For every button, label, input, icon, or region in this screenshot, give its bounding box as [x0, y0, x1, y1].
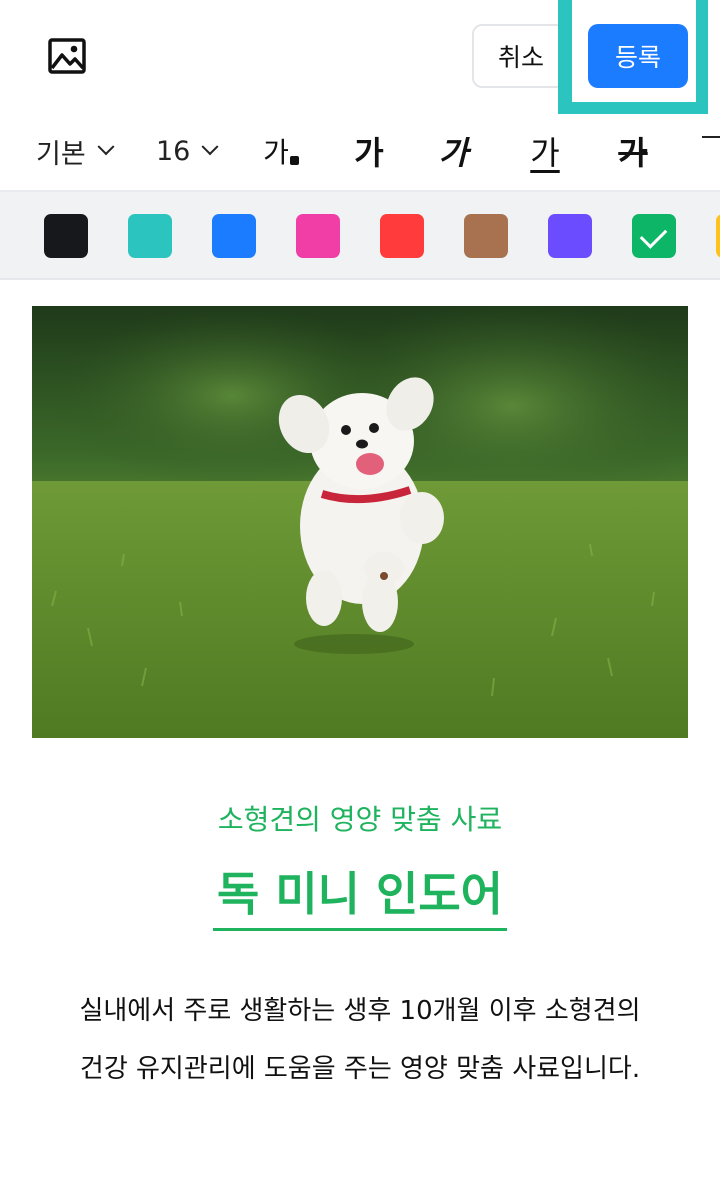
underline-button[interactable]: 가	[520, 112, 570, 190]
font-size-value: 16	[156, 135, 191, 167]
text-color-button[interactable]: 가	[256, 112, 306, 190]
color-swatch-red[interactable]	[380, 214, 424, 258]
register-button[interactable]: 등록	[588, 24, 688, 88]
product-subtitle: 소형견의 영양 맞춤 사료	[217, 803, 503, 836]
check-icon	[639, 221, 668, 249]
cancel-button[interactable]: 취소	[472, 24, 570, 88]
italic-label: 가	[437, 134, 476, 172]
font-family-select[interactable]: 기본	[36, 112, 115, 190]
color-dot-icon	[289, 155, 299, 165]
format-toolbar: 기본 16 가 가 가 가 가	[0, 112, 720, 192]
color-swatch-brown[interactable]	[464, 214, 508, 258]
description-line: 실내에서 주로 생활하는 생후 10개월 이후 소형견의	[79, 996, 641, 1026]
italic-button[interactable]: 가	[432, 112, 482, 190]
chevron-down-icon	[97, 138, 115, 156]
strikethrough-button[interactable]: 가	[608, 112, 658, 190]
color-swatch-teal[interactable]	[128, 214, 172, 258]
more-style-icon[interactable]	[702, 136, 720, 166]
product-title-text: 독 미니 인도어	[213, 858, 507, 931]
color-swatch-black[interactable]	[44, 214, 88, 258]
product-title[interactable]: 독 미니 인도어	[0, 858, 720, 931]
chevron-down-icon	[201, 138, 219, 156]
text-color-label: 가	[263, 136, 289, 169]
bold-label: 가	[354, 134, 384, 172]
color-swatch-purple[interactable]	[548, 214, 592, 258]
bold-button[interactable]: 가	[344, 112, 394, 190]
underline-label: 가	[530, 134, 560, 172]
color-palette	[0, 192, 720, 280]
color-swatch-yellow[interactable]	[716, 214, 720, 258]
color-swatch-pink[interactable]	[296, 214, 340, 258]
description-line: 건강 유지관리에 도움을 주는 영양 맞춤 사료입니다.	[79, 1054, 641, 1084]
font-family-value: 기본	[36, 138, 86, 170]
product-description: 실내에서 주로 생활하는 생후 10개월 이후 소형견의 건강 유지관리에 도움…	[30, 982, 690, 1098]
strikethrough-label: 가	[618, 134, 648, 172]
color-swatch-green[interactable]	[632, 214, 676, 258]
color-swatch-blue[interactable]	[212, 214, 256, 258]
top-bar: 취소 등록	[0, 0, 720, 114]
image-icon[interactable]	[48, 38, 88, 76]
font-size-select[interactable]: 16	[156, 112, 219, 190]
dog-photo[interactable]	[32, 306, 688, 738]
